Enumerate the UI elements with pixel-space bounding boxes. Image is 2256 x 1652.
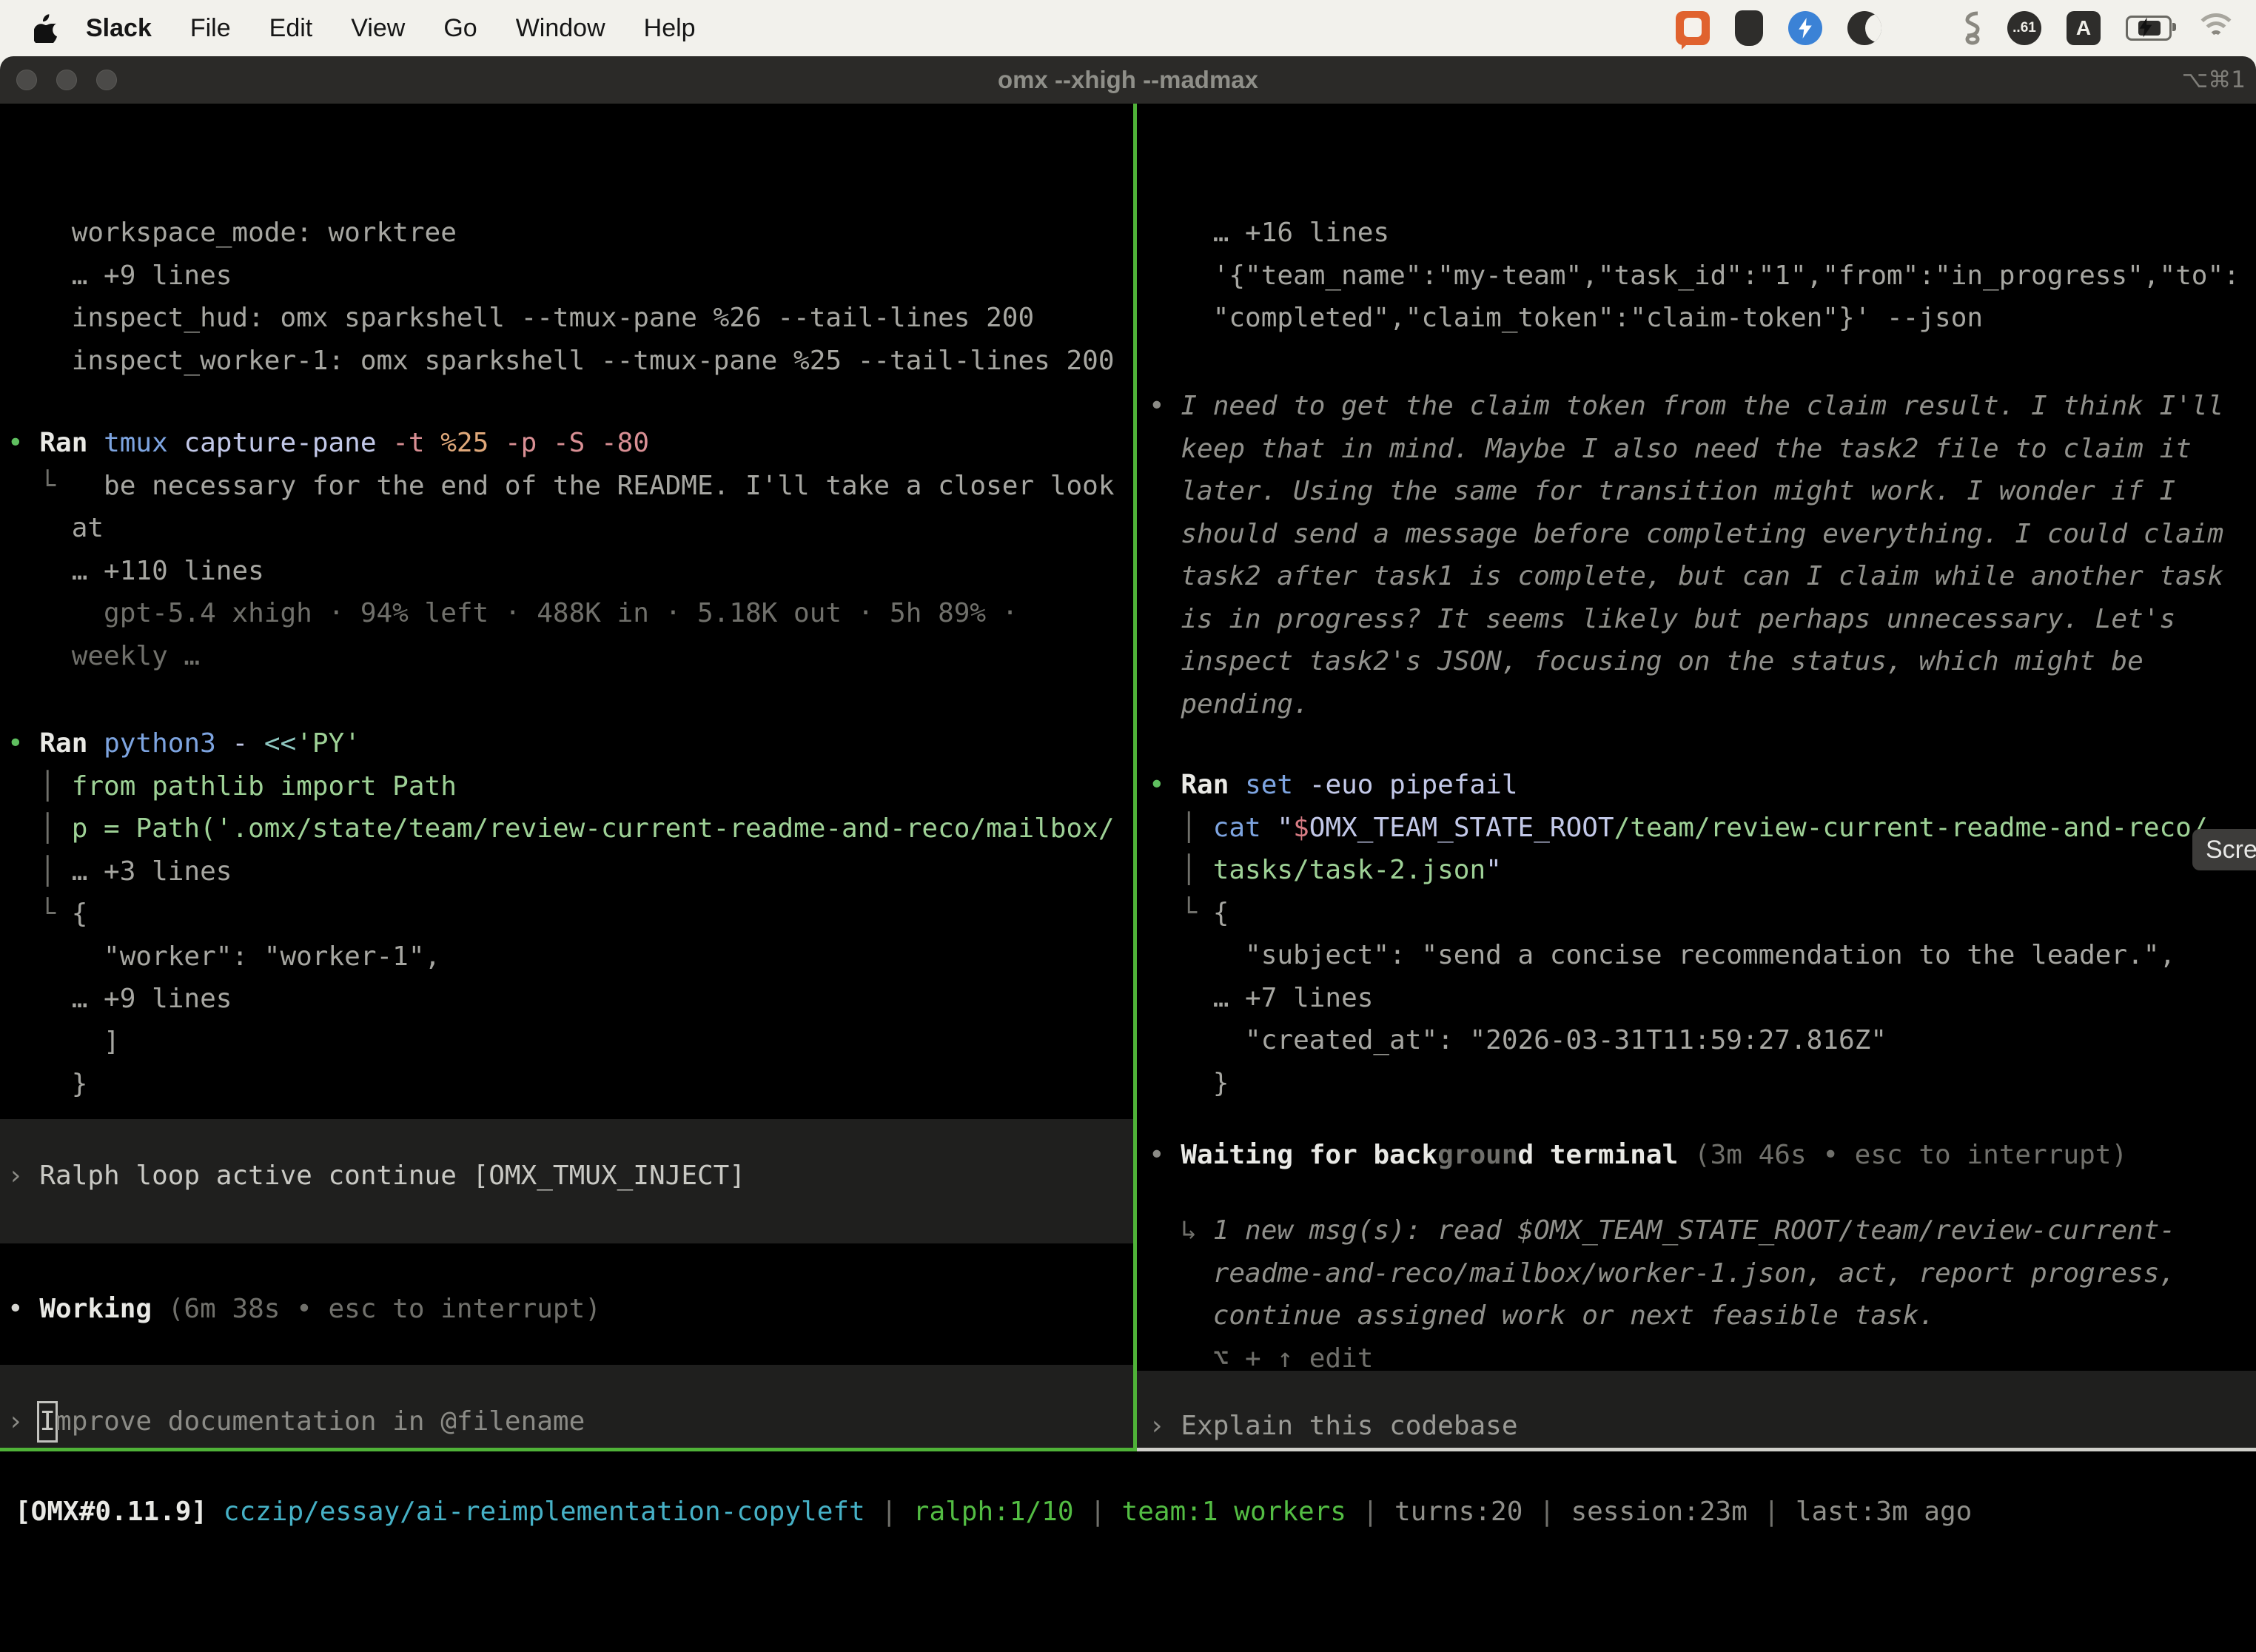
terminal-line: continue assigned work or next feasible … <box>1149 1295 2256 1337</box>
terminal-line: gpt-5.4 xhigh · 94% left · 488K in · 5.1… <box>7 592 1133 635</box>
screen: Slack File Edit View Go Window Help ..61… <box>0 0 2256 1652</box>
terminal-line: └ be necessary for the end of the README… <box>7 465 1133 508</box>
battery-badge-label: ..61 <box>2012 20 2036 36</box>
terminal-line: • Working (6m 38s • esc to interrupt) <box>7 1288 1133 1331</box>
terminal-line: │ tasks/task-2.json" <box>1149 849 2256 892</box>
menu-item-go[interactable]: Go <box>424 14 496 43</box>
pane-hud-left[interactable]: workspace_mode: worktree … +9 lines insp… <box>0 104 1133 1448</box>
terminal-line: later. Using the same for transition mig… <box>1149 470 2256 513</box>
terminal-block: › Improve documentation in @filename <box>7 1400 1133 1443</box>
pane-worker-right[interactable]: … +16 lines '{"team_name":"my-team","tas… <box>1137 104 2256 1448</box>
bolt-badge-icon[interactable] <box>1788 11 1822 45</box>
terminal-line: "worker": "worker-1", <box>7 936 1133 978</box>
terminal-block: • Ran tmux capture-pane -t %25 -p -S -80… <box>7 422 1133 677</box>
terminal-line: • Waiting for background terminal (3m 46… <box>1149 1134 2256 1177</box>
terminal-line: ↳ 1 new msg(s): read $OMX_TEAM_STATE_ROO… <box>1149 1209 2256 1252</box>
dots-grid-icon[interactable] <box>1907 13 1938 44</box>
window-title-bar: omx --xhigh --madmax ⌥⌘1 <box>0 56 2256 104</box>
terminal-line: [OMX#0.11.9] cczip/essay/ai-reimplementa… <box>15 1491 2256 1534</box>
menu-item-window[interactable]: Window <box>497 14 625 43</box>
terminal-line: • Ran tmux capture-pane -t %25 -p -S -80 <box>7 422 1133 465</box>
crescent-app-icon[interactable] <box>1847 11 1881 45</box>
terminal-block: • Ran python3 - <<'PY' │ from pathlib im… <box>7 722 1133 1106</box>
pane-divider-horizontal-left[interactable] <box>0 1448 1137 1451</box>
terminal-line: │ cat "$OMX_TEAM_STATE_ROOT/team/review-… <box>1149 807 2256 850</box>
battery-61-badge-icon[interactable]: ..61 <box>2007 11 2041 45</box>
menu-app-name[interactable]: Slack <box>64 14 171 43</box>
terminal-line: '{"team_name":"my-team","task_id":"1","f… <box>1149 255 2256 298</box>
terminal-block: ↳ 1 new msg(s): read $OMX_TEAM_STATE_ROO… <box>1149 1209 2256 1380</box>
terminal-line: › Improve documentation in @filename <box>7 1400 1133 1443</box>
menu-item-edit[interactable]: Edit <box>250 14 332 43</box>
terminal-line: • Ran python3 - <<'PY' <box>7 722 1133 765</box>
menu-item-file[interactable]: File <box>171 14 250 43</box>
pane-divider-vertical[interactable] <box>1133 104 1137 1451</box>
terminal-line: task2 after task1 is complete, but can I… <box>1149 555 2256 598</box>
terminal-block: • I need to get the claim token from the… <box>1149 385 2256 725</box>
terminal-block: … +16 lines '{"team_name":"my-team","tas… <box>1149 212 2256 340</box>
terminal-line: inspect_hud: omx sparkshell --tmux-pane … <box>7 297 1133 340</box>
terminal-line: … +9 lines <box>7 255 1133 298</box>
terminal-line: ⌥ + ↑ edit <box>1149 1337 2256 1380</box>
terminal-block: • Ran set -euo pipefail │ cat "$OMX_TEAM… <box>1149 764 2256 1104</box>
terminal-line: at <box>7 507 1133 550</box>
terminal-line: readme-and-reco/mailbox/worker-1.json, a… <box>1149 1252 2256 1295</box>
tooltip-label: Scre <box>2206 836 2256 864</box>
terminal-block: • Working (6m 38s • esc to interrupt) <box>7 1288 1133 1331</box>
terminal-line: │ p = Path('.omx/state/team/review-curre… <box>7 807 1133 850</box>
input-source-label: A <box>2076 16 2091 40</box>
terminal-block: [OMX#0.11.9] cczip/essay/ai-reimplementa… <box>15 1491 2256 1534</box>
battery-charging-icon[interactable] <box>2126 16 2172 41</box>
terminal-line: › Explain this codebase <box>1149 1405 2256 1448</box>
terminal-line: └ { <box>7 893 1133 936</box>
terminal-block: workspace_mode: worktree … +9 lines insp… <box>7 212 1133 382</box>
terminal-line: keep that in mind. Maybe I also need the… <box>1149 428 2256 471</box>
terminal-line: … +9 lines <box>7 978 1133 1021</box>
apple-menu[interactable] <box>30 11 64 45</box>
input-source-icon[interactable]: A <box>2067 11 2101 45</box>
terminal-line: … +7 lines <box>1149 977 2256 1020</box>
terminal-line: └ { <box>1149 892 2256 935</box>
menu-status-area: ..61 A <box>1676 10 2256 46</box>
terminal-line: … +110 lines <box>7 550 1133 593</box>
terminal-line: weekly … <box>7 635 1133 678</box>
terminal-line: inspect task2's JSON, focusing on the st… <box>1149 640 2256 683</box>
terminal-line: workspace_mode: worktree <box>7 212 1133 255</box>
terminal: workspace_mode: worktree … +9 lines insp… <box>0 104 2256 1652</box>
terminal-line: • I need to get the claim token from the… <box>1149 385 2256 428</box>
terminal-line: "created_at": "2026-03-31T11:59:27.816Z" <box>1149 1019 2256 1062</box>
terminal-line: inspect_worker-1: omx sparkshell --tmux-… <box>7 340 1133 383</box>
terminal-line: ] <box>7 1021 1133 1064</box>
terminal-line: pending. <box>1149 683 2256 726</box>
terminal-line: • Ran set -euo pipefail <box>1149 764 2256 807</box>
terminal-line: should send a message before completing … <box>1149 513 2256 556</box>
terminal-line: … +16 lines <box>1149 212 2256 255</box>
terminal-line: } <box>1149 1062 2256 1105</box>
wifi-icon[interactable] <box>2197 13 2235 43</box>
window-title: omx --xhigh --madmax <box>0 66 2256 94</box>
privacy-shield-icon[interactable] <box>1735 10 1763 46</box>
window-shortcut-hint: ⌥⌘1 <box>2182 67 2246 93</box>
screen-tooltip: Scre <box>2192 829 2256 870</box>
menu-item-view[interactable]: View <box>332 14 424 43</box>
terminal-line: › Ralph loop active continue [OMX_TMUX_I… <box>7 1155 1133 1198</box>
menu-item-help[interactable]: Help <box>625 14 715 43</box>
chat-app-icon[interactable] <box>1676 11 1710 45</box>
menu-bar: Slack File Edit View Go Window Help ..61… <box>0 0 2256 56</box>
terminal-block: • Waiting for background terminal (3m 46… <box>1149 1134 2256 1177</box>
terminal-line: } <box>7 1063 1133 1106</box>
squiggle-icon[interactable] <box>1963 10 1982 46</box>
terminal-line: │ … +3 lines <box>7 850 1133 893</box>
terminal-line: "completed","claim_token":"claim-token"}… <box>1149 297 2256 340</box>
terminal-block: › Ralph loop active continue [OMX_TMUX_I… <box>7 1155 1133 1198</box>
terminal-line: │ from pathlib import Path <box>7 765 1133 808</box>
apple-logo-icon <box>34 13 59 43</box>
terminal-line: "subject": "send a concise recommendatio… <box>1149 934 2256 977</box>
terminal-line: is in progress? It seems likely but perh… <box>1149 598 2256 641</box>
terminal-block: › Explain this codebase <box>1149 1405 2256 1448</box>
pane-divider-horizontal-right[interactable] <box>1137 1448 2256 1451</box>
